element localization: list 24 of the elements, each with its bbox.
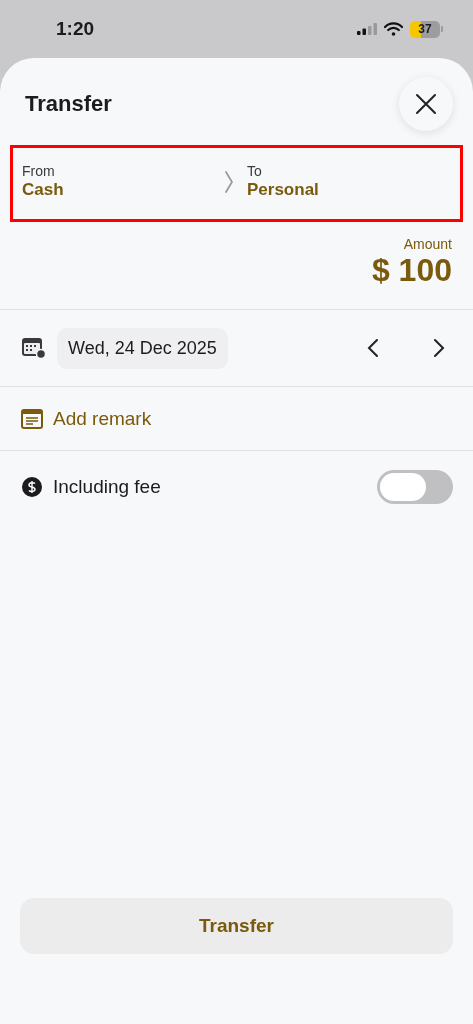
fee-label: Including fee xyxy=(53,476,161,498)
to-label: To xyxy=(247,163,263,179)
dollar-icon xyxy=(21,476,43,498)
sheet-title: Transfer xyxy=(25,90,112,117)
amount-value[interactable]: $ 100 xyxy=(371,252,452,289)
fee-toggle[interactable] xyxy=(377,470,453,504)
close-button[interactable] xyxy=(399,76,453,131)
calendar-icon xyxy=(21,337,47,359)
chevron-icon xyxy=(225,171,233,193)
account-selector[interactable]: From Cash To Personal xyxy=(10,145,463,222)
add-remark-button[interactable]: Add remark xyxy=(53,407,152,430)
from-label: From xyxy=(22,163,56,179)
close-icon xyxy=(415,92,437,115)
wifi-icon xyxy=(384,22,403,36)
to-account[interactable]: Personal xyxy=(247,180,450,200)
status-time: 1:20 xyxy=(56,18,95,40)
chevron-left-icon xyxy=(367,338,379,358)
signal-icon xyxy=(357,23,377,35)
note-icon xyxy=(21,408,43,429)
date-picker[interactable]: Wed, 24 Dec 2025 xyxy=(57,327,228,369)
from-account[interactable]: Cash xyxy=(22,180,225,200)
amount-label: Amount xyxy=(403,236,452,252)
chevron-right-icon xyxy=(433,338,445,358)
transfer-button[interactable]: Transfer xyxy=(20,898,453,954)
